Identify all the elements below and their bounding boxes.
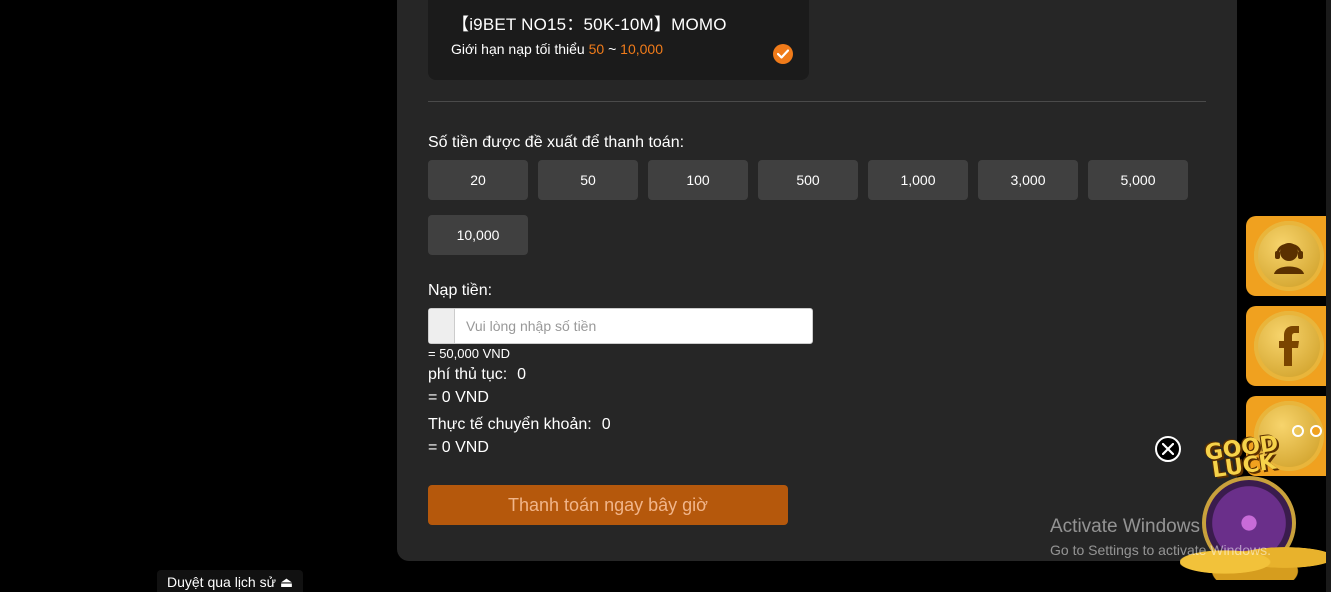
actual-transfer-label: Thực tế chuyển khoản: — [428, 416, 592, 433]
amount-button-5000[interactable]: 5,000 — [1088, 160, 1188, 200]
amount-button-3000[interactable]: 3,000 — [978, 160, 1078, 200]
amount-button-100[interactable]: 100 — [648, 160, 748, 200]
carousel-dot[interactable] — [1292, 425, 1304, 437]
windows-activation-subtitle: Go to Settings to activate Windows. — [1050, 542, 1271, 558]
carousel-dot-active[interactable] — [1310, 425, 1322, 437]
conversion-text: = 50,000 VND — [428, 346, 511, 361]
deposit-amount-field — [428, 308, 813, 344]
amount-button-10000[interactable]: 10,000 — [428, 215, 528, 255]
good-luck-text: GOOD LUCK — [1203, 431, 1282, 484]
suggested-amount-label: Số tiền được đề xuất để thanh toán: — [428, 134, 685, 151]
limit-max: 10,000 — [620, 41, 663, 57]
amount-button-20[interactable]: 20 — [428, 160, 528, 200]
deposit-panel: 【i9BET NO15：50K-10M】MOMO Giới hạn nạp tố… — [397, 0, 1237, 561]
page: 【i9BET NO15：50K-10M】MOMO Giới hạn nạp tố… — [0, 0, 1331, 592]
carousel-dots — [1292, 425, 1322, 437]
good-luck-line-2: LUCK — [1210, 449, 1278, 484]
windows-activation-watermark: Activate Windows Go to Settings to activ… — [1050, 516, 1271, 558]
actual-transfer-vnd: = 0 VND — [428, 439, 489, 456]
pay-now-button[interactable]: Thanh toán ngay bây giờ — [428, 485, 788, 525]
amount-button-500[interactable]: 500 — [758, 160, 858, 200]
check-icon — [773, 44, 793, 64]
limit-sep: ~ — [608, 41, 617, 57]
fee-row: phí thủ tục: 0 — [428, 366, 526, 384]
support-button[interactable] — [1246, 216, 1331, 296]
scrollbar[interactable] — [1326, 0, 1331, 592]
actual-transfer-row: Thực tế chuyển khoản: 0 — [428, 416, 611, 434]
input-prefix — [429, 309, 455, 343]
amount-button-1000[interactable]: 1,000 — [868, 160, 968, 200]
fee-vnd: = 0 VND — [428, 389, 489, 406]
channel-limit: Giới hạn nạp tối thiểu 50 ~ 10,000 — [451, 41, 663, 57]
close-icon[interactable] — [1155, 436, 1181, 462]
limit-label: Giới hạn nạp tối thiểu — [451, 41, 585, 57]
deposit-label: Nạp tiền: — [428, 282, 493, 299]
history-link[interactable]: Duyệt qua lịch sử ⏏ — [157, 570, 304, 592]
headset-support-icon — [1253, 221, 1324, 291]
actual-transfer-value: 0 — [601, 416, 611, 433]
amount-button-50[interactable]: 50 — [538, 160, 638, 200]
fee-value: 0 — [517, 366, 527, 383]
fee-label: phí thủ tục: — [428, 366, 508, 383]
payment-channel-card[interactable]: 【i9BET NO15：50K-10M】MOMO Giới hạn nạp tố… — [428, 0, 809, 80]
windows-activation-title: Activate Windows — [1050, 516, 1200, 537]
channel-title: 【i9BET NO15：50K-10M】MOMO — [452, 15, 727, 34]
divider — [428, 101, 1206, 102]
facebook-icon — [1253, 311, 1324, 381]
good-luck-promo[interactable]: GOOD LUCK — [1180, 431, 1330, 580]
facebook-button[interactable] — [1246, 306, 1331, 386]
limit-min: 50 — [588, 41, 605, 57]
deposit-amount-input[interactable] — [455, 309, 812, 343]
